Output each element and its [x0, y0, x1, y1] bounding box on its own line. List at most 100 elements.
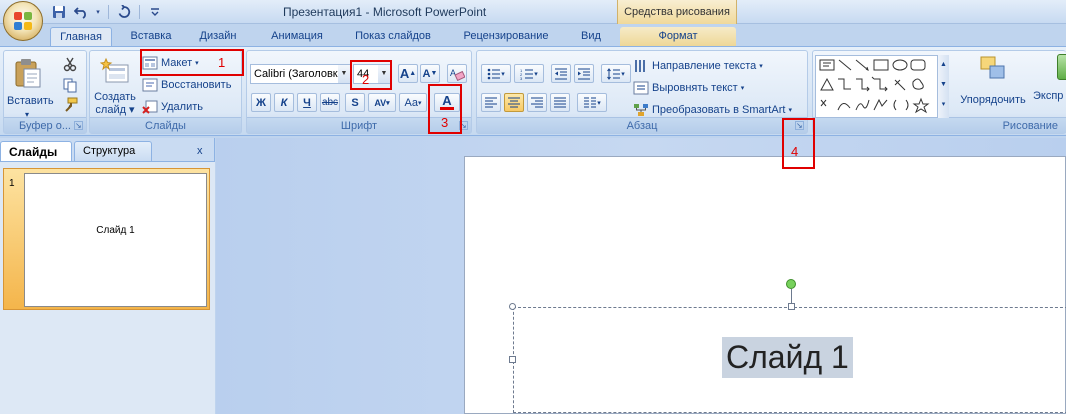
delete-label: Удалить [161, 101, 203, 113]
bold-button[interactable]: Ж [251, 93, 271, 112]
bullets-button[interactable]: ▾ [481, 64, 511, 83]
justify-button[interactable] [550, 93, 570, 112]
text-direction-button[interactable]: Направление текста ▾ [633, 57, 763, 75]
align-text-label: Выровнять текст [652, 82, 738, 94]
align-center-button[interactable] [504, 93, 524, 112]
gallery-down-icon[interactable]: ▼ [938, 75, 949, 95]
slide-editing-area: Слайд 1 [216, 138, 1066, 414]
save-icon[interactable] [50, 3, 68, 20]
undo-dropdown-icon[interactable]: ▾ [94, 3, 102, 20]
clear-formatting-button[interactable]: A [447, 64, 467, 83]
arrange-button[interactable]: Упорядочить [955, 54, 1031, 107]
slide-title-text[interactable]: Слайд 1 [722, 337, 853, 378]
text-direction-dropdown-icon: ▾ [759, 63, 763, 70]
slide-thumbnail-preview: Слайд 1 [24, 173, 207, 307]
font-name-value: Calibri (Заголовк [254, 68, 338, 80]
align-text-button[interactable]: Выровнять текст ▾ [633, 79, 744, 97]
tab-outline-panel[interactable]: Структура [74, 141, 152, 161]
title-bar: ▾ Презентация1 - Microsoft PowerPoint Ср… [0, 0, 1066, 24]
paragraph-group-label: Абзац [477, 117, 807, 133]
cut-button[interactable] [62, 55, 78, 73]
slide-canvas[interactable]: Слайд 1 [464, 156, 1066, 414]
office-button[interactable] [3, 1, 43, 41]
resize-handle-left[interactable] [509, 356, 516, 363]
quick-styles-button[interactable]: Экспр [1033, 54, 1066, 103]
reset-button[interactable]: Восстановить [142, 76, 231, 94]
new-slide-button[interactable]: Создать слайд ▾ [92, 57, 138, 117]
tab-format[interactable]: Формат [620, 27, 736, 46]
paste-button[interactable]: Вставить ▾ [7, 57, 54, 121]
align-right-icon [531, 97, 543, 107]
arrange-icon [980, 56, 1005, 79]
align-left-button[interactable] [481, 93, 501, 112]
tab-insert[interactable]: Вставка [122, 27, 180, 46]
numbering-button[interactable]: 1 2 3 ▾ [514, 64, 544, 83]
ribbon-tabs: Главная Вставка Дизайн Анимация Показ сл… [0, 24, 1066, 46]
grow-font-button[interactable]: A ▲ [398, 64, 418, 83]
drawing-tools-context-header: Средства рисования [617, 0, 737, 24]
paste-icon [15, 59, 41, 88]
tab-review[interactable]: Рецензирование [454, 27, 558, 46]
decrease-indent-button[interactable] [551, 64, 571, 83]
tab-slideshow[interactable]: Показ слайдов [346, 27, 440, 46]
copy-button[interactable] [62, 76, 78, 94]
shrink-font-button[interactable]: A ▼ [420, 64, 440, 83]
gallery-up-icon[interactable]: ▲ [938, 55, 949, 75]
smartart-label: Преобразовать в SmartArt [652, 104, 786, 116]
format-painter-icon [65, 97, 78, 112]
change-case-button[interactable]: Aa ▾ [399, 93, 427, 112]
rotate-handle[interactable] [786, 279, 796, 289]
underline-button[interactable]: Ч [297, 93, 317, 112]
font-name-combo[interactable]: Calibri (Заголовк ▼ [250, 64, 351, 84]
font-name-dropdown-icon[interactable]: ▼ [338, 65, 350, 83]
undo-icon[interactable] [72, 3, 90, 20]
smartart-icon [634, 104, 648, 116]
slide-thumbnail-1[interactable]: 1 Слайд 1 [3, 168, 210, 310]
smartart-dropdown-icon: ▾ [788, 107, 792, 114]
bullets-icon [487, 68, 501, 79]
svg-text:A: A [450, 68, 456, 78]
tab-home[interactable]: Главная [50, 27, 112, 46]
italic-button[interactable]: К [274, 93, 294, 112]
window-title: Презентация1 - Microsoft PowerPoint [283, 5, 487, 19]
tab-slides-panel[interactable]: Слайды [0, 141, 72, 161]
columns-button[interactable]: ▾ [577, 93, 607, 112]
columns-icon [584, 97, 597, 107]
format-painter-button[interactable] [62, 96, 78, 114]
delete-slide-button[interactable]: Удалить [142, 98, 203, 116]
align-text-icon [633, 81, 649, 95]
annotation-number-4: 4 [791, 144, 799, 159]
resize-handle-top-left[interactable] [509, 303, 516, 310]
annotation-box-1 [140, 49, 244, 76]
quick-styles-label: Экспр [1033, 90, 1064, 102]
align-right-button[interactable] [527, 93, 547, 112]
slides-panel: Слайды Структура x 1 Слайд 1 [0, 138, 215, 414]
shapes-gallery-icons [819, 59, 930, 114]
clipboard-launcher-icon[interactable]: ↘ [74, 121, 83, 130]
char-spacing-button[interactable]: AV ▾ [368, 93, 396, 112]
shapes-gallery-scroll[interactable]: ▲ ▼ ▾ [937, 55, 949, 118]
tab-view[interactable]: Вид [572, 27, 610, 46]
shrink-font-glyph: A [422, 67, 431, 80]
strikethrough-button[interactable]: abc [320, 93, 340, 112]
increase-indent-icon [578, 68, 590, 79]
copy-icon [63, 78, 77, 93]
close-panel-icon[interactable]: x [197, 145, 203, 157]
shapes-gallery[interactable] [815, 55, 949, 118]
customize-qat-icon[interactable] [146, 3, 164, 20]
annotation-number-3: 3 [441, 115, 449, 130]
tab-animation[interactable]: Анимация [262, 27, 332, 46]
shadow-button[interactable]: S [345, 93, 365, 112]
reset-icon [142, 78, 158, 92]
new-slide-label-1: Создать [94, 91, 136, 103]
numbering-icon: 123 [520, 68, 534, 80]
grow-font-glyph: A [399, 66, 410, 81]
slide-thumbnail-number: 1 [9, 178, 15, 189]
arrange-label: Упорядочить [960, 94, 1026, 106]
increase-indent-button[interactable] [574, 64, 594, 83]
resize-handle-top[interactable] [788, 303, 795, 310]
gallery-more-icon[interactable]: ▾ [938, 95, 949, 115]
tab-design[interactable]: Дизайн [190, 27, 246, 46]
line-spacing-button[interactable]: ▾ [601, 64, 631, 83]
redo-icon[interactable] [115, 3, 133, 20]
